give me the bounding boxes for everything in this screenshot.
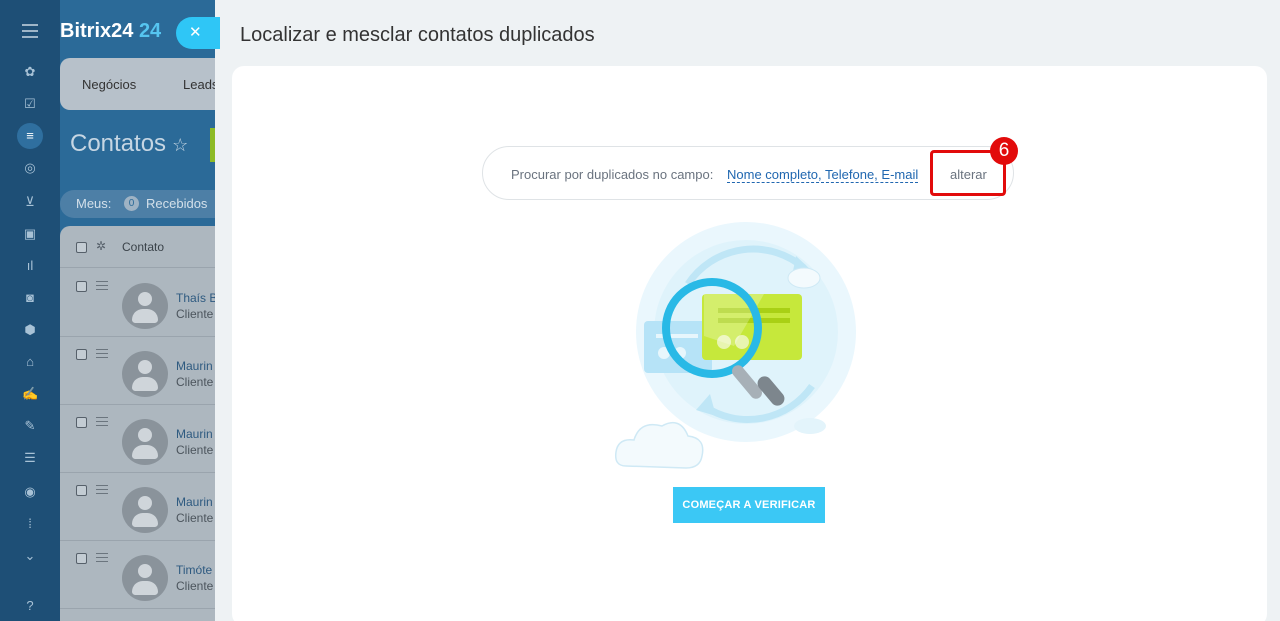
left-menu: ✿ ☑ ≡ ◎ ⊻ ▣ ıl ◙ ⬢ ⌂ ✍ ✎ ☰ ◉ ⁞ ⌄ ? <box>0 0 60 621</box>
close-slider-button[interactable]: ✕ <box>176 17 220 49</box>
row-checkbox[interactable] <box>76 281 87 292</box>
contact-type: Cliente <box>176 375 214 389</box>
row-checkbox[interactable] <box>76 417 87 428</box>
crm-filter-icon[interactable]: ≡ <box>22 128 38 144</box>
cart-icon[interactable]: ⊻ <box>22 194 38 210</box>
avatar <box>122 351 168 397</box>
contact-type: Cliente <box>176 511 214 525</box>
contact-type: Cliente <box>176 307 214 321</box>
app-logo[interactable]: Bitrix24 24 <box>60 20 161 43</box>
contact-name[interactable]: Maurin <box>176 359 213 373</box>
content-card: Procurar por duplicados no campo: Nome c… <box>232 66 1267 621</box>
table-row[interactable]: Thaís B Cliente <box>60 269 220 337</box>
avatar <box>122 555 168 601</box>
database-icon[interactable]: ⬢ <box>22 322 38 338</box>
page-title-text: Contatos <box>70 130 167 157</box>
criteria-prefix: Procurar por duplicados no campo: <box>511 167 714 182</box>
pulse-icon[interactable]: ✿ <box>22 64 38 80</box>
tasks-icon[interactable]: ☑ <box>22 96 38 112</box>
help-icon[interactable]: ? <box>22 598 38 614</box>
page-title: Contatos ☆ <box>70 130 188 158</box>
grid-header: ✲ Contato <box>60 226 220 268</box>
select-all-checkbox[interactable] <box>76 242 87 253</box>
contact-name[interactable]: Timóte <box>176 563 212 577</box>
table-row[interactable]: Maurin Cliente <box>60 405 220 473</box>
slider-title: Localizar e mesclar contatos duplicados <box>240 24 595 46</box>
star-icon[interactable]: ☆ <box>172 135 188 155</box>
store-icon[interactable]: ⌂ <box>22 354 38 370</box>
row-checkbox[interactable] <box>76 485 87 496</box>
table-row[interactable]: Timóte Cliente <box>60 541 220 609</box>
avatar <box>122 419 168 465</box>
column-contact: Contato <box>122 240 165 254</box>
contact-card-icon[interactable]: ▣ <box>22 226 38 242</box>
signature-icon[interactable]: ✍ <box>22 386 38 402</box>
drag-handle-icon[interactable] <box>96 485 108 497</box>
table-row[interactable]: Maurin Cliente <box>60 337 220 405</box>
filter-label: Meus: <box>76 196 112 211</box>
more-icon[interactable]: ⌄ <box>22 548 38 564</box>
clipboard-icon[interactable]: ☰ <box>22 450 38 466</box>
gear-icon[interactable]: ✲ <box>96 239 106 253</box>
contact-type: Cliente <box>176 579 214 593</box>
robot-icon[interactable]: ◙ <box>22 290 38 306</box>
close-icon: ✕ <box>189 24 202 41</box>
target-icon[interactable]: ◎ <box>22 160 38 176</box>
duplicates-slider: Localizar e mesclar contatos duplicados … <box>215 0 1280 621</box>
filter-received[interactable]: Recebidos <box>146 196 207 211</box>
edit-doc-icon[interactable]: ✎ <box>22 418 38 434</box>
drag-handle-icon[interactable] <box>96 281 108 293</box>
tab-deals[interactable]: Negócios <box>82 77 136 92</box>
logo-suffix: 24 <box>138 20 162 42</box>
crm-tabs: Negócios Leads <box>60 58 220 110</box>
contact-name[interactable]: Maurin <box>176 495 213 509</box>
analytics-icon[interactable]: ıl <box>22 258 38 274</box>
row-checkbox[interactable] <box>76 349 87 360</box>
avatar <box>122 283 168 329</box>
row-checkbox[interactable] <box>76 553 87 564</box>
apps-icon[interactable]: ⁞ <box>22 516 38 532</box>
menu-burger-icon[interactable] <box>22 24 38 38</box>
filter-bar[interactable]: Meus: 0 Recebidos <box>60 190 220 218</box>
tab-leads[interactable]: Leads <box>183 77 218 92</box>
table-row[interactable]: Maurin Cliente <box>60 473 220 541</box>
drag-handle-icon[interactable] <box>96 349 108 361</box>
search-duplicates-illustration <box>614 222 856 469</box>
start-check-button[interactable]: COMEÇAR A VERIFICAR <box>673 487 825 523</box>
filter-count-badge: 0 <box>124 196 139 211</box>
contact-name[interactable]: Maurin <box>176 427 213 441</box>
drag-handle-icon[interactable] <box>96 553 108 565</box>
criteria-fields-link[interactable]: Nome completo, Telefone, E-mail <box>727 167 919 183</box>
avatar <box>122 487 168 533</box>
record-icon[interactable]: ◉ <box>22 484 38 500</box>
contact-type: Cliente <box>176 443 214 457</box>
step-badge: 6 <box>990 137 1018 165</box>
contact-name[interactable]: Thaís B <box>176 291 217 305</box>
logo-text: Bitrix24 <box>60 20 134 42</box>
contacts-grid: ✲ Contato Thaís B Cliente Maurin Cliente <box>60 226 220 621</box>
drag-handle-icon[interactable] <box>96 417 108 429</box>
